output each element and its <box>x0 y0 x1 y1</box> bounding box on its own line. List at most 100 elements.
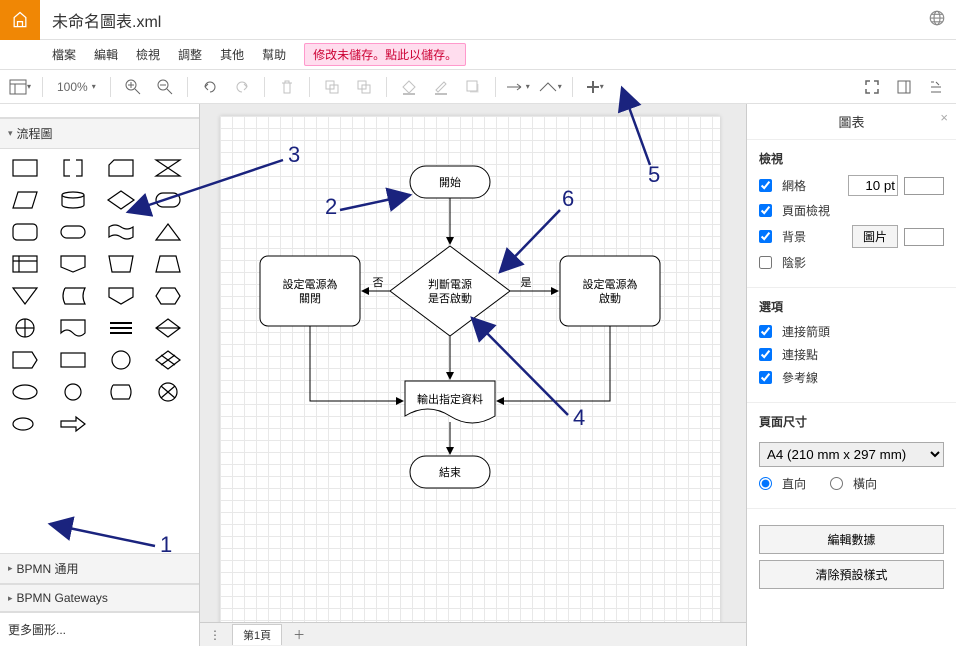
close-icon[interactable]: × <box>940 110 948 125</box>
shape-bracket[interactable] <box>58 157 88 179</box>
canvas-area[interactable]: 開始 判斷電源 是否啟動 設定電源為 關閉 設定電源為 啟動 否 <box>200 104 746 646</box>
shape-collate[interactable] <box>153 349 183 371</box>
to-back-icon[interactable] <box>350 74 378 100</box>
background-image-button[interactable]: 圖片 <box>852 225 898 248</box>
shape-trapezoid[interactable] <box>153 253 183 275</box>
shape-cylinder[interactable] <box>58 189 88 211</box>
menu-file[interactable]: 檔案 <box>52 46 76 63</box>
shape-tdown[interactable] <box>10 285 40 307</box>
conn-points-label: 連接點 <box>782 346 818 363</box>
zoom-in-icon[interactable] <box>119 74 147 100</box>
shape-hourglass[interactable] <box>153 157 183 179</box>
language-icon[interactable] <box>928 9 946 30</box>
shape-hexagon[interactable] <box>153 285 183 307</box>
pageview-checkbox[interactable] <box>759 204 772 217</box>
menu-edit[interactable]: 編輯 <box>94 46 118 63</box>
shape-display[interactable] <box>106 381 136 403</box>
section-bpmn[interactable]: ▸BPMN 通用 <box>0 553 199 584</box>
fill-color-icon[interactable] <box>395 74 423 100</box>
app-logo[interactable] <box>0 0 40 40</box>
shape-triangle[interactable] <box>153 221 183 243</box>
shadow-checkbox[interactable] <box>759 256 772 269</box>
menu-help[interactable]: 幫助 <box>262 46 286 63</box>
canvas-page[interactable]: 開始 判斷電源 是否啟動 設定電源為 關閉 設定電源為 啟動 否 <box>220 116 720 646</box>
section-flowchart[interactable]: ▾流程圖 <box>0 118 199 149</box>
outline-icon[interactable] <box>922 74 950 100</box>
grid-color-swatch[interactable] <box>904 177 944 195</box>
shadow-label: 陰影 <box>782 254 806 271</box>
background-label: 背景 <box>782 228 806 245</box>
menu-adjust[interactable]: 調整 <box>178 46 202 63</box>
shadow-icon[interactable] <box>459 74 487 100</box>
background-checkbox[interactable] <box>759 230 772 243</box>
delete-icon[interactable] <box>273 74 301 100</box>
edit-data-button[interactable]: 編輯數據 <box>759 525 944 554</box>
undo-icon[interactable] <box>196 74 224 100</box>
shape-bars[interactable] <box>106 317 136 339</box>
shape-ellipse[interactable] <box>10 381 40 403</box>
fullscreen-icon[interactable] <box>858 74 886 100</box>
shape-tape[interactable] <box>106 221 136 243</box>
page-size-select[interactable]: A4 (210 mm x 297 mm) <box>759 442 944 467</box>
shape-arrow[interactable] <box>58 413 88 435</box>
shape-parallelogram[interactable] <box>10 189 40 211</box>
view-icon[interactable]: ▾ <box>6 74 34 100</box>
shape-diamond[interactable] <box>106 189 136 211</box>
collapsed-section[interactable] <box>0 104 199 118</box>
line-color-icon[interactable] <box>427 74 455 100</box>
shape-stadium[interactable] <box>153 189 183 211</box>
guide-lines-checkbox[interactable] <box>759 371 772 384</box>
to-front-icon[interactable] <box>318 74 346 100</box>
shape-xcircle[interactable] <box>153 381 183 403</box>
shape-sort[interactable] <box>153 317 183 339</box>
svg-text:啟動: 啟動 <box>599 291 621 305</box>
connection-icon[interactable]: ▾ <box>504 74 532 100</box>
add-icon[interactable]: ▾ <box>581 74 609 100</box>
menu-view[interactable]: 檢視 <box>136 46 160 63</box>
shape-rounded[interactable] <box>10 221 40 243</box>
svg-text:是: 是 <box>521 276 532 289</box>
page-tab-1[interactable]: 第1頁 <box>232 624 282 645</box>
shape-small-ellipse[interactable] <box>10 413 40 435</box>
portrait-radio[interactable] <box>759 477 772 490</box>
pageview-label: 頁面檢視 <box>782 202 830 219</box>
shape-manual[interactable] <box>106 253 136 275</box>
portrait-label: 直向 <box>782 475 806 492</box>
shape-rect[interactable] <box>10 157 40 179</box>
section-bpmn-gateways[interactable]: ▸BPMN Gateways <box>0 584 199 612</box>
shape-document[interactable] <box>58 317 88 339</box>
landscape-radio[interactable] <box>830 477 843 490</box>
shape-process2[interactable] <box>58 349 88 371</box>
save-warning[interactable]: 修改未儲存。點此以儲存。 <box>304 43 466 66</box>
add-page-icon[interactable]: ＋ <box>290 626 308 643</box>
svg-text:否: 否 <box>373 277 384 289</box>
shape-crosscircle[interactable] <box>10 317 40 339</box>
grid-size-input[interactable] <box>848 175 898 196</box>
conn-points-checkbox[interactable] <box>759 348 772 361</box>
shape-circle[interactable] <box>106 349 136 371</box>
conn-arrows-checkbox[interactable] <box>759 325 772 338</box>
conn-arrows-label: 連接箭頭 <box>782 323 830 340</box>
shape-shield[interactable] <box>106 285 136 307</box>
shape-or[interactable] <box>10 349 40 371</box>
shape-terminator[interactable] <box>58 221 88 243</box>
background-color-swatch[interactable] <box>904 228 944 246</box>
more-shapes[interactable]: 更多圖形... <box>0 612 199 646</box>
waypoint-icon[interactable]: ▾ <box>536 74 564 100</box>
grid-checkbox[interactable] <box>759 179 772 192</box>
section-options-title: 選項 <box>759 298 944 315</box>
menu-other[interactable]: 其他 <box>220 46 244 63</box>
clear-style-button[interactable]: 清除預設樣式 <box>759 560 944 589</box>
grid-label: 網格 <box>782 177 806 194</box>
shape-window[interactable] <box>10 253 40 275</box>
page-menu-icon[interactable]: ⋮ <box>206 628 224 642</box>
shape-stored[interactable] <box>58 285 88 307</box>
format-panel-icon[interactable] <box>890 74 918 100</box>
zoom-level[interactable]: 100%▾ <box>51 80 102 94</box>
shape-offpage[interactable] <box>58 253 88 275</box>
page-tabs: ⋮ 第1頁 ＋ <box>200 622 746 646</box>
redo-icon[interactable] <box>228 74 256 100</box>
shape-conn[interactable] <box>58 381 88 403</box>
zoom-out-icon[interactable] <box>151 74 179 100</box>
shape-card[interactable] <box>106 157 136 179</box>
